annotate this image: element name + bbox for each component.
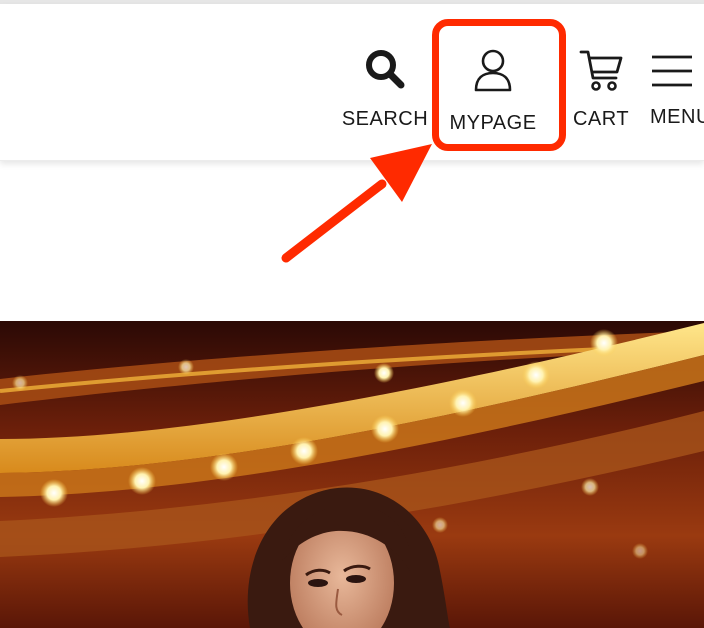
search-button[interactable]: SEARCH bbox=[341, 48, 429, 130]
mypage-label: MYPAGE bbox=[449, 112, 537, 134]
search-icon bbox=[364, 48, 406, 95]
search-label: SEARCH bbox=[341, 108, 429, 130]
cart-label: CART bbox=[572, 108, 630, 130]
cart-button[interactable]: CART bbox=[568, 48, 634, 129]
hero-image bbox=[0, 321, 704, 628]
cart-icon bbox=[578, 48, 624, 99]
user-icon bbox=[473, 48, 513, 97]
menu-label: MENU bbox=[650, 106, 704, 128]
menu-button[interactable]: MENU bbox=[650, 54, 704, 127]
page: SEARCH MYPAGE CART MENU bbox=[0, 0, 704, 628]
mypage-button[interactable]: MYPAGE bbox=[449, 48, 537, 134]
site-header: SEARCH MYPAGE CART MENU bbox=[0, 4, 704, 161]
hamburger-menu-icon bbox=[650, 54, 694, 93]
